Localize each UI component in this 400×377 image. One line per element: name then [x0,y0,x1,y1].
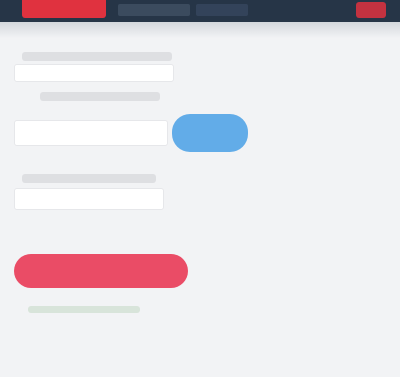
field-label-2 [40,92,160,101]
header-divider [0,22,400,38]
nav-item-1[interactable] [118,4,190,16]
field-label-3 [22,174,156,183]
footer-link[interactable] [28,306,140,313]
brand-logo[interactable] [22,0,106,18]
danger-button[interactable] [14,254,188,288]
nav-item-2[interactable] [196,4,248,16]
field-label-1 [22,52,172,61]
primary-button[interactable] [172,114,248,152]
text-field-1[interactable] [14,64,174,82]
text-field-3[interactable] [14,188,164,210]
user-menu-button[interactable] [356,2,386,18]
text-field-2[interactable] [14,120,168,146]
form-panel [0,38,400,377]
top-navigation-bar [0,0,400,22]
